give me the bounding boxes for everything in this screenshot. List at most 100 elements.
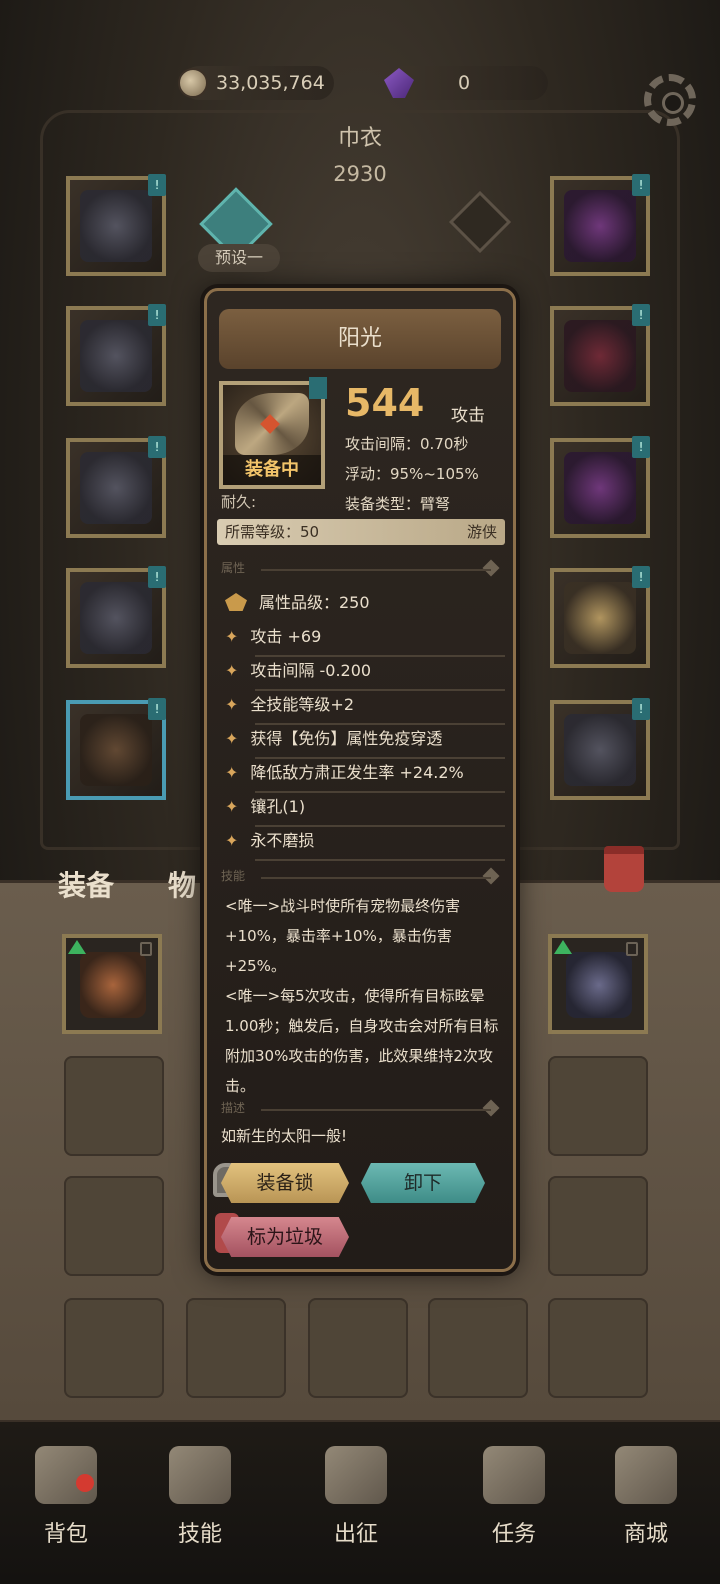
attack-interval: 攻击间隔：0.70秒 <box>345 435 469 453</box>
skill-1: <唯一>战斗时使所有宠物最终伤害+10%，暴击率+10%，暴击伤害+25%。 <box>225 897 461 975</box>
durability-label: 耐久: <box>221 493 257 511</box>
character-power: 2930 <box>333 162 387 186</box>
slot-badge: ! <box>148 436 166 458</box>
bracelet-icon <box>564 452 636 524</box>
affix-line: ✦ 获得【免伤】属性免疫穿透 <box>225 725 505 759</box>
attack-value: 544 <box>345 381 425 425</box>
slot-badge: ! <box>632 304 650 326</box>
affix-line: ✦ 攻击间隔 -0.200 <box>225 657 505 691</box>
crossbow-icon <box>564 582 636 654</box>
inventory-cell[interactable] <box>428 1298 528 1398</box>
inventory-cell[interactable] <box>186 1298 286 1398</box>
item-badge <box>309 377 327 399</box>
star-icon: ✦ <box>225 661 239 680</box>
inventory-item[interactable] <box>548 934 648 1034</box>
star-icon: ✦ <box>225 695 239 714</box>
boots-icon <box>80 714 152 786</box>
equip-slot-offhand[interactable]: ! <box>550 698 650 800</box>
slot-badge: ! <box>632 436 650 458</box>
affix-line: ✦ 降低敌方肃正发生率 +24.2% <box>225 759 505 793</box>
inventory-item[interactable] <box>62 934 162 1034</box>
attribute-quality: 属性品级：250 <box>225 589 370 613</box>
slot-badge: ! <box>148 304 166 326</box>
equip-slot-gloves[interactable]: ! <box>66 436 166 538</box>
equipment-lock-button[interactable]: 装备锁 <box>221 1163 349 1203</box>
equip-slot-weapon[interactable]: ! <box>550 566 650 668</box>
equip-slot-amulet[interactable]: ! <box>550 174 650 276</box>
equip-slot-bracelet[interactable]: ! <box>550 436 650 538</box>
slot-badge: ! <box>148 566 166 588</box>
affix-line: ✦ 攻击 +69 <box>225 623 505 657</box>
equip-slot-ring[interactable]: ! <box>550 304 650 406</box>
equip-type: 装备类型：臂弩 <box>345 495 451 513</box>
upgrade-arrow-icon <box>68 940 86 954</box>
equipped-label: 装备中 <box>223 455 321 485</box>
gold-coin-icon <box>178 68 208 98</box>
inventory-cell[interactable] <box>64 1298 164 1398</box>
slot-badge: ! <box>148 698 166 720</box>
skill-description: <唯一>战斗时使所有宠物最终伤害+10%，暴击率+10%，暴击伤害+25%。 <… <box>225 891 509 1101</box>
mark-junk-button[interactable]: 标为垃圾 <box>221 1217 349 1257</box>
inventory-cell[interactable] <box>64 1056 164 1156</box>
inventory-cell[interactable] <box>548 1056 648 1156</box>
skill-book-icon <box>169 1446 231 1504</box>
tab-items[interactable]: 物 <box>168 864 196 904</box>
nav-shop[interactable]: 商城 <box>596 1446 696 1548</box>
nav-quests[interactable]: 任务 <box>464 1446 564 1548</box>
slot-badge: ! <box>632 566 650 588</box>
nav-expedition[interactable]: 出征 <box>306 1446 406 1548</box>
preset-button[interactable]: 预设一 <box>198 244 280 272</box>
equip-slot-boots[interactable]: ! <box>66 698 166 800</box>
gem-counter: 0 <box>384 66 548 100</box>
nav-backpack[interactable]: 背包 <box>16 1446 116 1548</box>
star-icon: ✦ <box>225 627 239 646</box>
unequip-button[interactable]: 卸下 <box>361 1163 485 1203</box>
item-title: 阳光 <box>219 309 501 369</box>
slot-badge: ! <box>148 174 166 196</box>
affix-line: ✦ 全技能等级+2 <box>225 691 505 725</box>
trash-icon[interactable] <box>604 846 644 892</box>
ring-icon <box>564 320 636 392</box>
character-name: 巾衣 <box>337 126 382 151</box>
inventory-cell[interactable] <box>548 1298 648 1398</box>
gem-amount: 0 <box>458 72 471 94</box>
section-description: 描述 <box>221 1099 501 1119</box>
skill-2: <唯一>每5次攻击，使得所有目标眩晕1.00秒；触发后，自身攻击会对所有目标附加… <box>225 987 499 1095</box>
section-skills: 技能 <box>221 867 501 887</box>
belt-pants-icon <box>80 582 152 654</box>
settings-gear-icon[interactable] <box>644 74 696 126</box>
equip-slot-helmet[interactable]: ! <box>66 174 166 276</box>
affix-line: ✦ 镶孔(1) <box>225 793 505 827</box>
slot-badge: ! <box>632 174 650 196</box>
nav-skills[interactable]: 技能 <box>150 1446 250 1548</box>
gold-amount: 33,035,764 <box>216 72 325 94</box>
dark-offhand-icon <box>564 714 636 786</box>
required-level: 所需等级：50 <box>225 523 320 541</box>
attack-unit: 攻击 <box>451 406 485 426</box>
lock-icon <box>626 942 638 956</box>
dark-weapon-item-icon <box>566 952 632 1018</box>
star-icon: ✦ <box>225 729 239 748</box>
item-detail-popup: 阳光 装备中 544 攻击 攻击间隔：0.70秒 浮动：95%~105% 装备类… <box>204 288 516 1272</box>
float-range: 浮动：95%~105% <box>345 465 479 483</box>
requirement-bar: 所需等级：50 游侠 <box>217 519 505 545</box>
dark-armor-icon <box>80 320 152 392</box>
affix-line: ✦ 永不磨损 <box>225 827 505 861</box>
dark-gloves-icon <box>80 452 152 524</box>
slot-badge: ! <box>632 698 650 720</box>
star-icon: ✦ <box>225 831 239 850</box>
equip-slot-pants[interactable]: ! <box>66 566 166 668</box>
inventory-cell[interactable] <box>64 1176 164 1276</box>
notification-dot <box>76 1474 94 1492</box>
shop-icon <box>615 1446 677 1504</box>
star-icon: ✦ <box>225 797 239 816</box>
class-requirement: 游侠 <box>466 523 497 541</box>
sword-icon <box>325 1446 387 1504</box>
amulet-icon <box>564 190 636 262</box>
inventory-cell[interactable] <box>548 1176 648 1276</box>
inventory-cell[interactable] <box>308 1298 408 1398</box>
crossbow-item-icon <box>80 952 146 1018</box>
quality-crown-icon <box>225 593 247 611</box>
tab-equipment[interactable]: 装备 <box>58 864 114 904</box>
equip-slot-armor[interactable]: ! <box>66 304 166 406</box>
